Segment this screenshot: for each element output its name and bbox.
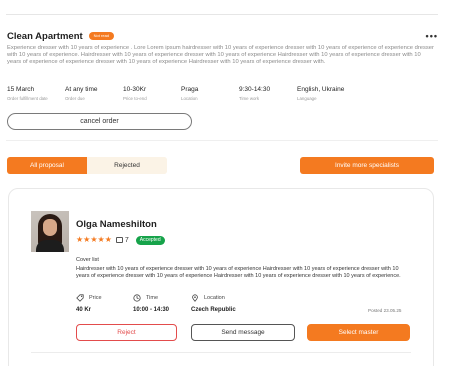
tag-icon — [76, 294, 84, 302]
review-icon — [115, 237, 123, 243]
order-description: Experience dresser with 10 years of expe… — [7, 45, 434, 65]
meta-value: 10-30Kr — [123, 86, 147, 93]
posted-date: Posted 23.05.25 — [368, 308, 402, 313]
time-label: Time — [146, 295, 159, 301]
location-label: Location — [204, 295, 225, 301]
meta-value: At any time — [65, 86, 98, 93]
reject-button[interactable]: Reject — [76, 324, 177, 341]
meta-value: English, Ukraine — [297, 86, 345, 93]
invite-specialists-button[interactable]: Invite more specialists — [300, 157, 434, 174]
meta-value: 9:30-14:30 — [239, 86, 271, 93]
location-value: Czech Republic — [191, 307, 236, 313]
bottom-divider — [31, 352, 411, 353]
cancel-order-button[interactable]: cancel order — [7, 113, 192, 130]
meta-value: 15 March — [7, 86, 35, 93]
meta-key: Order due — [65, 96, 85, 101]
section-divider — [6, 140, 438, 141]
location-pin-icon — [192, 294, 198, 302]
order-title: Clean Apartment — [7, 30, 83, 42]
top-divider — [6, 14, 438, 15]
specialist-name[interactable]: Olga Nameshilton — [76, 219, 157, 230]
select-master-button[interactable]: Select master — [307, 324, 410, 341]
meta-key: Price to-end — [123, 96, 147, 101]
meta-location: Praga Location — [181, 86, 198, 101]
location-label-row: Location — [191, 294, 225, 302]
proposal-tabs: All proposal Rejected — [7, 157, 167, 174]
price-label-row: Price — [76, 294, 102, 302]
avatar — [31, 211, 69, 252]
more-options-button[interactable]: ••• — [426, 31, 438, 41]
meta-key: Order fulfillment date — [7, 96, 48, 101]
order-meta: 15 March Order fulfillment date At any t… — [7, 86, 387, 104]
star-icon: ★★★★★ — [76, 235, 112, 244]
avatar-shirt — [36, 240, 64, 252]
rating-row: ★★★★★ 7 Accepted — [76, 235, 165, 245]
review-count: 7 — [124, 236, 129, 244]
order-header: Clean Apartment Not read ••• — [7, 29, 438, 43]
tab-all-proposal[interactable]: All proposal — [7, 157, 87, 174]
meta-language: English, Ukraine Language — [297, 86, 344, 101]
time-value: 10:00 - 14:30 — [133, 307, 170, 313]
meta-key: Language — [297, 96, 317, 101]
send-message-button[interactable]: Send message — [191, 324, 295, 341]
meta-key: Location — [181, 96, 198, 101]
meta-key: Time work — [239, 96, 260, 101]
meta-value: Praga — [181, 86, 199, 93]
meta-time: 9:30-14:30 Time work — [239, 86, 270, 101]
price-label: Price — [89, 295, 102, 301]
time-label-row: Time — [133, 294, 158, 302]
accepted-badge: Accepted — [135, 235, 165, 245]
cover-letter-title: Cover list — [76, 257, 99, 263]
price-value: 40 Kr — [76, 307, 92, 313]
avatar-face — [43, 219, 57, 236]
cover-letter-text: Hairdresser with 10 years of experience … — [76, 266, 401, 279]
meta-date: 15 March Order fulfillment date — [7, 86, 48, 101]
meta-price: 10-30Kr Price to-end — [123, 86, 147, 101]
tab-rejected[interactable]: Rejected — [87, 157, 167, 174]
clock-icon — [133, 294, 141, 302]
meta-due: At any time Order due — [65, 86, 98, 101]
status-badge: Not read — [88, 32, 115, 40]
